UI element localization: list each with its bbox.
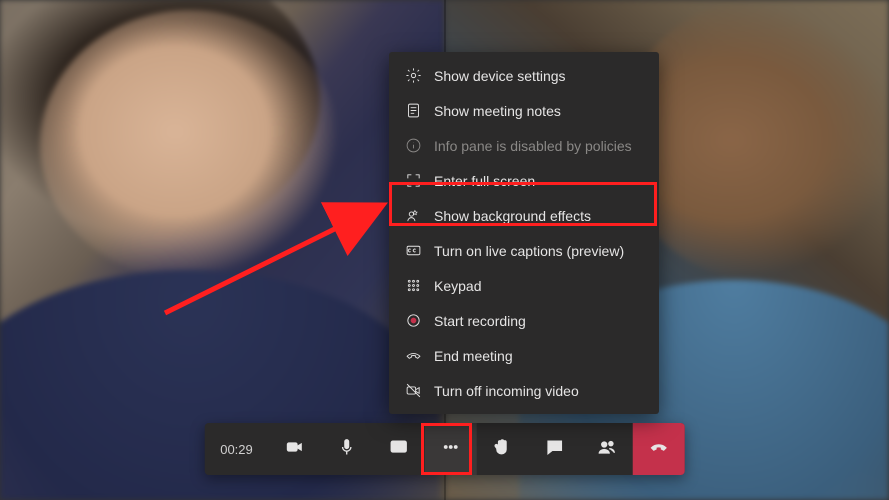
menu-item-label: End meeting	[434, 348, 513, 364]
menu-item-label: Info pane is disabled by policies	[434, 138, 632, 154]
menu-item-label: Show meeting notes	[434, 103, 561, 119]
microphone-icon	[337, 437, 357, 462]
menu-item-end-meeting[interactable]: End meeting	[389, 338, 659, 373]
hang-up-icon	[649, 437, 669, 462]
menu-item-full-screen[interactable]: Enter full screen	[389, 163, 659, 198]
menu-item-turn-off-incoming-video[interactable]: Turn off incoming video	[389, 373, 659, 408]
menu-item-label: Turn off incoming video	[434, 383, 579, 399]
chat-icon	[545, 437, 565, 462]
menu-item-live-captions[interactable]: Turn on live captions (preview)	[389, 233, 659, 268]
info-icon	[405, 137, 422, 154]
menu-item-label: Show device settings	[434, 68, 566, 84]
menu-item-start-recording[interactable]: Start recording	[389, 303, 659, 338]
record-icon	[405, 312, 422, 329]
keypad-icon	[405, 277, 422, 294]
fullscreen-icon	[405, 172, 422, 189]
menu-item-keypad[interactable]: Keypad	[389, 268, 659, 303]
menu-item-meeting-notes[interactable]: Show meeting notes	[389, 93, 659, 128]
call-timer: 00:29	[204, 423, 269, 475]
gear-icon	[405, 67, 422, 84]
menu-item-label: Enter full screen	[434, 173, 535, 189]
menu-item-info-pane-disabled: Info pane is disabled by policies	[389, 128, 659, 163]
share-screen-icon	[389, 437, 409, 462]
microphone-button[interactable]	[321, 423, 373, 475]
call-timer-text: 00:29	[220, 442, 253, 457]
raise-hand-icon	[493, 437, 513, 462]
camera-button[interactable]	[269, 423, 321, 475]
notes-icon	[405, 102, 422, 119]
camera-icon	[285, 437, 305, 462]
background-effects-icon	[405, 207, 422, 224]
chat-button[interactable]	[529, 423, 581, 475]
people-icon	[597, 437, 617, 462]
share-screen-button[interactable]	[373, 423, 425, 475]
menu-item-device-settings[interactable]: Show device settings	[389, 58, 659, 93]
incoming-video-off-icon	[405, 382, 422, 399]
hang-up-button[interactable]	[633, 423, 685, 475]
more-actions-button[interactable]	[425, 423, 477, 475]
menu-item-label: Start recording	[434, 313, 526, 329]
menu-item-label: Show background effects	[434, 208, 591, 224]
captions-icon	[405, 242, 422, 259]
more-actions-menu: Show device settings Show meeting notes …	[389, 52, 659, 414]
more-icon	[441, 437, 461, 462]
end-meeting-icon	[405, 347, 422, 364]
menu-item-background-effects[interactable]: Show background effects	[389, 198, 659, 233]
participants-button[interactable]	[581, 423, 633, 475]
menu-item-label: Keypad	[434, 278, 481, 294]
raise-hand-button[interactable]	[477, 423, 529, 475]
meeting-toolbar: 00:29	[204, 423, 685, 475]
menu-item-label: Turn on live captions (preview)	[434, 243, 624, 259]
